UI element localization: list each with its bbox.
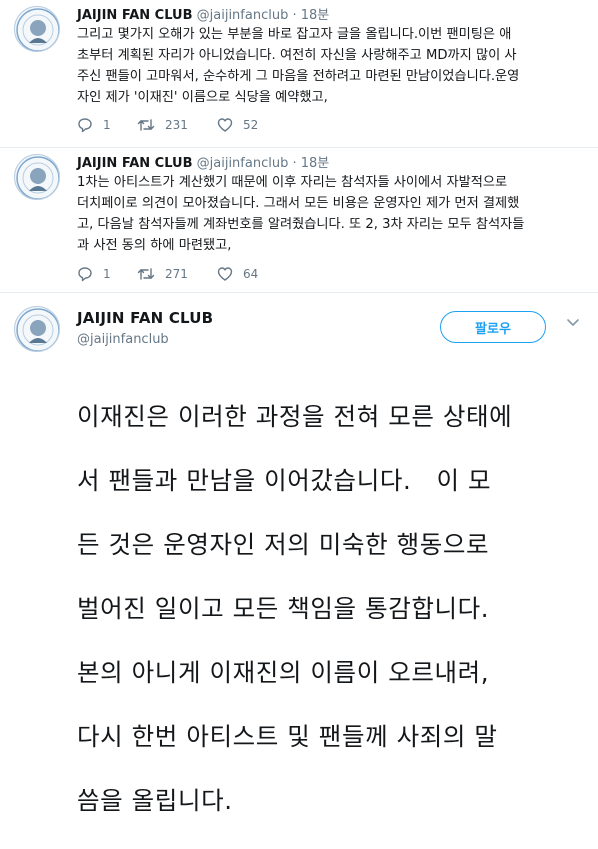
like-icon bbox=[217, 118, 233, 132]
tweet-line: 이재진은 이러한 과정을 전혀 모른 상태에 bbox=[77, 402, 513, 431]
timestamp[interactable]: 18분 bbox=[301, 156, 330, 171]
tweet-line: 그리고 몇가지 오해가 있는 부분을 바로 잡고자 글을 올립니다.이번 팬미팅… bbox=[77, 27, 512, 42]
tweet-line: 자인 제가 '이재진' 이름으로 식당을 예약했고, bbox=[77, 90, 328, 105]
avatar[interactable] bbox=[14, 306, 60, 352]
like-button[interactable]: 64 bbox=[217, 266, 287, 282]
like-icon bbox=[217, 267, 233, 281]
retweet-icon bbox=[137, 268, 155, 280]
tweet-line: 초부터 계획된 자리가 아니었습니다. 여전히 자신을 사랑해주고 MD까지 많… bbox=[77, 48, 517, 63]
divider bbox=[0, 292, 598, 293]
tweet-line: 본의 아니게 이재진의 이름이 오르내려, bbox=[77, 658, 490, 687]
avatar[interactable] bbox=[14, 6, 60, 52]
tweet-line: 든 것은 운영자인 저의 미숙한 행동으로 bbox=[77, 530, 490, 559]
user-handle[interactable]: @jaijinfanclub bbox=[77, 332, 169, 347]
separator: · bbox=[292, 8, 297, 23]
retweet-count: 231 bbox=[165, 118, 188, 132]
like-count: 64 bbox=[243, 267, 259, 281]
tweet-line: 1차는 아티스트가 계산했기 때문에 이후 자리는 참석자들 사이에서 자발적으… bbox=[77, 175, 508, 190]
like-count: 52 bbox=[243, 118, 259, 132]
like-button[interactable]: 52 bbox=[217, 117, 287, 133]
tweet-actions: 1 231 52 bbox=[77, 116, 287, 134]
reply-count: 1 bbox=[103, 118, 111, 132]
retweet-count: 271 bbox=[165, 267, 188, 281]
divider bbox=[0, 147, 598, 148]
tweet-line: 다시 한번 아티스트 및 팬들께 사죄의 말 bbox=[77, 722, 498, 751]
tweet-header: JAIJIN FAN CLUB @jaijinfanclub · 18분 bbox=[77, 4, 329, 23]
display-name[interactable]: JAIJIN FAN CLUB bbox=[77, 156, 193, 171]
reply-button[interactable]: 1 bbox=[77, 117, 137, 133]
tweet-line: 더치페이로 의견이 모아졌습니다. 그래서 모든 비용은 운영자인 제가 먼저 … bbox=[77, 196, 520, 211]
tweet-text: 그리고 몇가지 오해가 있는 부분을 바로 잡고자 글을 올립니다.이번 팬미팅… bbox=[77, 24, 582, 108]
separator: · bbox=[292, 156, 297, 171]
follow-button[interactable]: 팔로우 bbox=[440, 311, 546, 343]
tweet-text: 이재진은 이러한 과정을 전혀 모른 상태에 서 팬들과 만남을 이어갔습니다.… bbox=[77, 369, 591, 849]
tweet-line: 벌어진 일이고 모든 책임을 통감합니다. bbox=[77, 594, 490, 623]
tweet-text: 1차는 아티스트가 계산했기 때문에 이후 자리는 참석자들 사이에서 자발적으… bbox=[77, 172, 582, 256]
reply-button[interactable]: 1 bbox=[77, 266, 137, 282]
tweet-line: 씀을 올립니다. bbox=[77, 786, 233, 815]
retweet-icon bbox=[137, 119, 155, 131]
chevron-down-icon[interactable] bbox=[566, 318, 580, 328]
reply-icon bbox=[78, 267, 92, 282]
display-name[interactable]: JAIJIN FAN CLUB bbox=[77, 8, 193, 23]
tweet-line: 주신 팬들이 고마워서, 순수하게 그 마음을 전하려고 마련된 만남이었습니다… bbox=[77, 69, 520, 84]
tweet-line: 고, 다음날 참석자들께 계좌번호를 알려줬습니다. 또 2, 3차 자리는 모… bbox=[77, 217, 525, 232]
tweet-line: 서 팬들과 만남을 이어갔습니다. 이 모 bbox=[77, 466, 492, 495]
timestamp[interactable]: 18분 bbox=[301, 8, 330, 23]
retweet-button[interactable]: 271 bbox=[137, 266, 217, 282]
user-handle[interactable]: @jaijinfanclub bbox=[197, 8, 289, 23]
tweet-header: JAIJIN FAN CLUB @jaijinfanclub · 18분 bbox=[77, 152, 329, 171]
user-handle[interactable]: @jaijinfanclub bbox=[197, 156, 289, 171]
tweet-actions: 1 271 64 bbox=[77, 265, 287, 283]
display-name[interactable]: JAIJIN FAN CLUB bbox=[77, 309, 213, 327]
retweet-button[interactable]: 231 bbox=[137, 117, 217, 133]
tweet-line: 과 사전 동의 하에 마련됐고, bbox=[77, 238, 232, 253]
avatar[interactable] bbox=[14, 154, 60, 200]
reply-count: 1 bbox=[103, 267, 111, 281]
reply-icon bbox=[78, 118, 92, 133]
